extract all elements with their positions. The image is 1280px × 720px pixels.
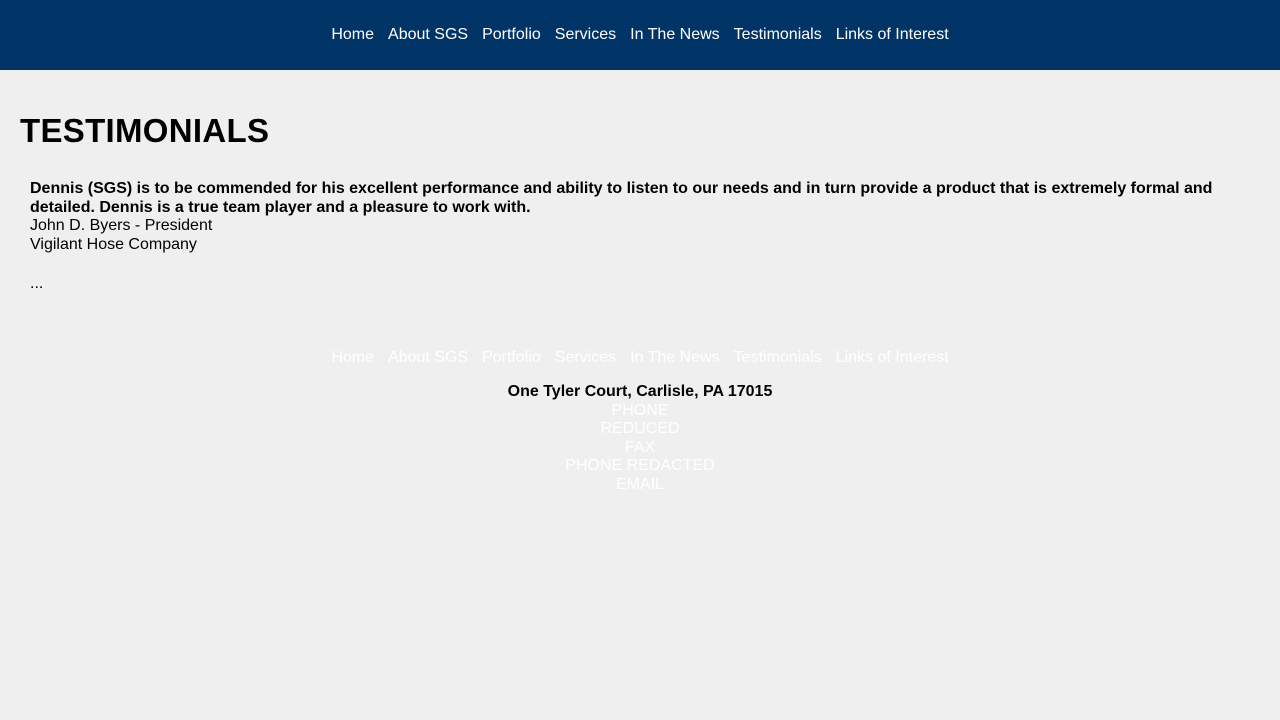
footer-link-links-of-interest[interactable]: Links of Interest xyxy=(836,349,949,367)
nav-link-home[interactable]: Home xyxy=(331,26,374,44)
nav-link-about-sgs[interactable]: About SGS xyxy=(388,26,468,44)
testimonial: Dennis (SGS) is to be commended for his … xyxy=(30,180,1230,254)
footer-link-portfolio[interactable]: Portfolio xyxy=(482,349,541,367)
nav-link-in-the-news[interactable]: In The News xyxy=(630,26,720,44)
footer-link-services[interactable]: Services xyxy=(555,349,616,367)
email-link[interactable]: EMAIL xyxy=(0,476,1280,495)
footer-link-testimonials[interactable]: Testimonials xyxy=(734,349,822,367)
nav-link-portfolio[interactable]: Portfolio xyxy=(482,26,541,44)
main-content: TESTIMONIALS Dennis (SGS) is to be comme… xyxy=(20,112,1260,292)
contact-info: One Tyler Court, Carlisle, PA 17015 PHON… xyxy=(0,383,1280,494)
footer-nav: Home About SGS Portfolio Services In The… xyxy=(0,349,1280,367)
page-title: TESTIMONIALS xyxy=(20,112,270,149)
fax-value: PHONE REDACTED xyxy=(565,457,715,474)
testimonial-author: John D. Byers - President xyxy=(30,217,213,234)
address: One Tyler Court, Carlisle, PA 17015 xyxy=(507,383,773,400)
nav-link-links-of-interest[interactable]: Links of Interest xyxy=(836,26,949,44)
phone-value: REDUCED xyxy=(600,420,680,437)
nav-link-testimonials[interactable]: Testimonials xyxy=(734,26,822,44)
footer-link-home[interactable]: Home xyxy=(331,349,374,367)
phone-label: PHONE xyxy=(611,401,669,419)
testimonial-organization: Vigilant Hose Company xyxy=(30,235,197,253)
main-nav: Home About SGS Portfolio Services In The… xyxy=(324,26,955,44)
testimonial-quote: Dennis (SGS) is to be commended for his … xyxy=(30,180,1213,216)
more-ellipsis: ... xyxy=(30,275,44,292)
nav-link-services[interactable]: Services xyxy=(555,26,616,44)
fax-label: FAX xyxy=(624,438,656,456)
footer-link-in-the-news[interactable]: In The News xyxy=(630,349,720,367)
footer-link-about-sgs[interactable]: About SGS xyxy=(388,349,468,367)
top-navigation-bar: Home About SGS Portfolio Services In The… xyxy=(0,0,1280,70)
